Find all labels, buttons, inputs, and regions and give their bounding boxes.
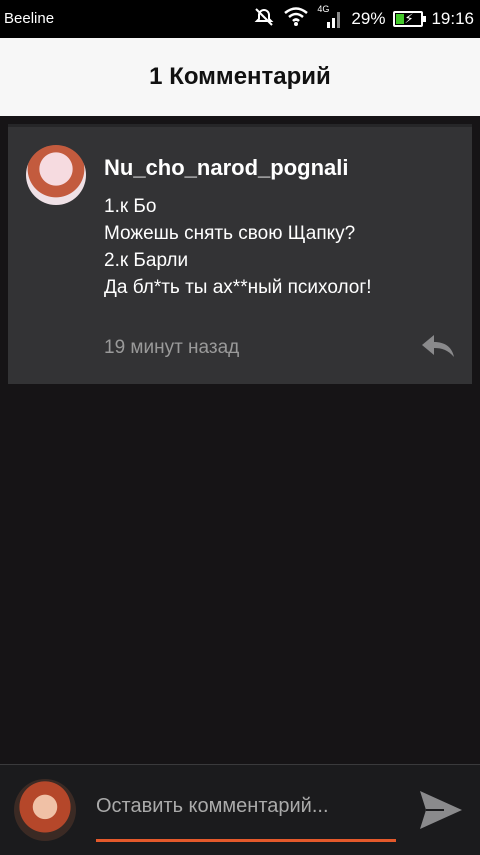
wifi-icon xyxy=(283,6,309,32)
status-bar: Beeline 4G 29% ⚡ 19:16 xyxy=(0,0,480,38)
comment-line: 2.к Барли xyxy=(104,250,189,271)
avatar[interactable] xyxy=(26,145,86,205)
silent-icon xyxy=(253,7,275,32)
comment-card[interactable]: Nu_cho_narod_pognali 1.к Бо Можешь снять… xyxy=(8,124,472,384)
battery-icon: ⚡ xyxy=(393,11,427,27)
status-icons: 4G 29% ⚡ 19:16 xyxy=(253,4,474,32)
comment-composer: Оставить комментарий... xyxy=(0,764,480,855)
comment-body: 1.к Бо Можешь снять свою Щапку? 2.к Барл… xyxy=(104,193,372,301)
comment-line: 1.к Бо xyxy=(104,196,157,217)
avatar xyxy=(14,779,76,841)
reply-icon[interactable] xyxy=(420,333,456,359)
signal-icon: 4G xyxy=(317,4,343,30)
page-header: 1 Комментарий xyxy=(0,38,480,116)
comment-timestamp: 19 минут назад xyxy=(104,337,240,358)
send-icon[interactable] xyxy=(418,789,464,831)
comment-line: Да бл*ть ты ах**ный психолог! xyxy=(104,277,372,298)
page-title: 1 Комментарий xyxy=(149,63,331,90)
carrier-name: Beeline xyxy=(4,10,55,27)
battery-percent: 29% xyxy=(351,9,386,28)
comment-line: Можешь снять свою Щапку? xyxy=(104,223,356,244)
clock: 19:16 xyxy=(431,9,474,28)
comment-author[interactable]: Nu_cho_narod_pognali xyxy=(104,155,348,181)
comment-input[interactable]: Оставить комментарий... xyxy=(96,795,396,842)
